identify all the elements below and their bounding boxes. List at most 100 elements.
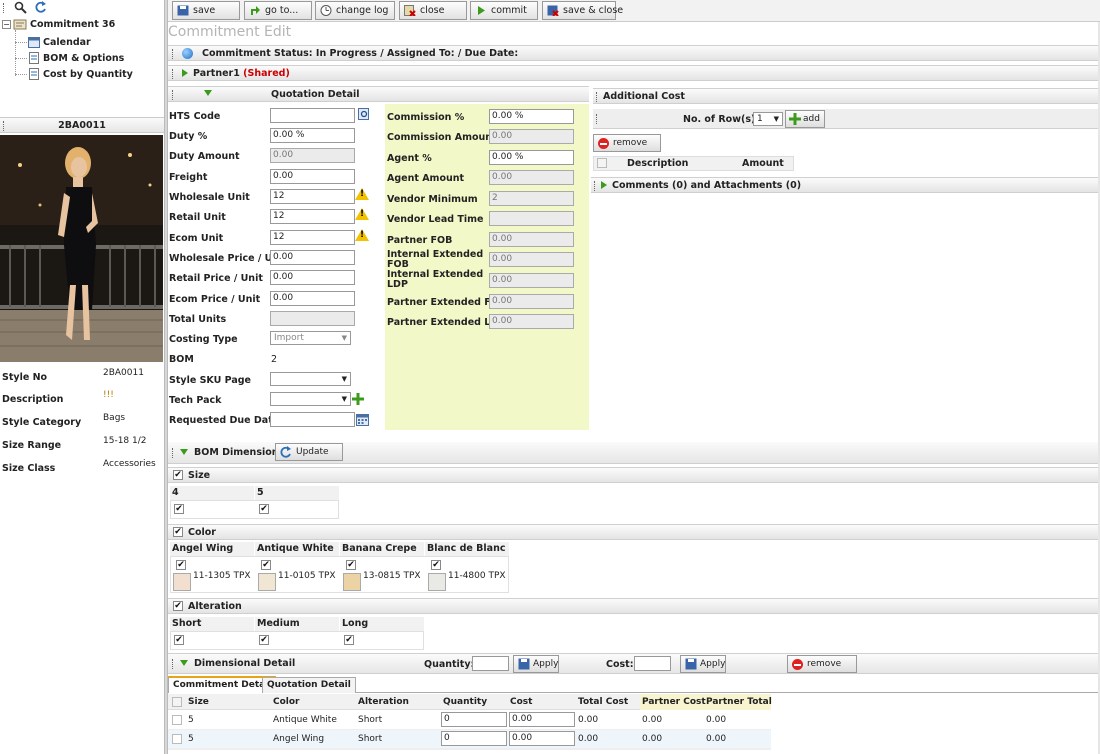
alteration-short-checkbox[interactable]: ✔ — [174, 635, 184, 645]
duty-pct-input[interactable]: 0.00 % — [270, 128, 355, 143]
color-2-checkbox[interactable]: ✔ — [346, 560, 356, 570]
remove-cost-button[interactable]: remove — [593, 134, 661, 152]
lookup-icon[interactable] — [358, 108, 370, 120]
row-quantity-input[interactable]: 0 — [441, 712, 507, 727]
ecom-unit-input[interactable]: 12 — [270, 230, 355, 245]
alteration-row — [170, 631, 424, 650]
retail-price-input[interactable]: 0.00 — [270, 270, 355, 285]
calendar-icon[interactable] — [356, 413, 369, 426]
commit-button[interactable]: commit — [470, 1, 538, 20]
additional-cost-header[interactable]: Additional Cost — [593, 88, 1099, 104]
col-amount[interactable]: Amount — [742, 158, 784, 169]
row-cost-input[interactable]: 0.00 — [509, 712, 575, 727]
select-all-rows-checkbox[interactable] — [172, 697, 182, 707]
plus-icon[interactable] — [352, 393, 364, 405]
tree-item-bom[interactable]: BOM & Options — [43, 52, 124, 65]
tree-root[interactable]: Commitment 36 — [30, 18, 115, 32]
remove-dimension-button[interactable]: remove — [787, 655, 857, 673]
col-description[interactable]: Description — [627, 158, 688, 169]
col-alteration[interactable]: Alteration — [358, 697, 409, 707]
bom-dimensions-title: BOM Dimensions — [194, 447, 285, 458]
costing-type-select[interactable]: Import — [270, 331, 351, 345]
refresh-icon[interactable] — [34, 1, 47, 14]
tab-commitment-detail[interactable]: Commitment Detail — [168, 676, 277, 693]
size-4-checkbox[interactable]: ✔ — [174, 504, 184, 514]
alteration-medium-checkbox[interactable]: ✔ — [259, 635, 269, 645]
color-0-checkbox[interactable]: ✔ — [176, 560, 186, 570]
search-icon[interactable] — [14, 1, 27, 14]
style-sku-page-select[interactable] — [270, 372, 351, 386]
quantity-input[interactable] — [472, 656, 509, 671]
grip-icon — [3, 121, 6, 131]
partner-fob-label: Partner FOB — [387, 235, 453, 246]
row-checkbox[interactable] — [172, 715, 182, 725]
alteration-section-bar[interactable]: ✔ Alteration — [168, 598, 1099, 614]
change-log-button[interactable]: change log — [315, 1, 395, 20]
color-3-checkbox[interactable]: ✔ — [431, 560, 441, 570]
rows-select[interactable]: 1 — [753, 112, 783, 126]
row-checkbox[interactable] — [172, 734, 182, 744]
partner-ext-ldp-label: Partner Extended LDP — [387, 317, 506, 328]
bom-label: BOM — [169, 354, 194, 365]
tree-item-cost-by-quantity[interactable]: Cost by Quantity — [43, 68, 133, 81]
alteration-long-checkbox[interactable]: ✔ — [344, 635, 354, 645]
col-total-cost[interactable]: Total Cost — [578, 697, 628, 707]
color-col-antique-white: Antique White — [255, 542, 339, 556]
quotation-header[interactable]: Quotation Detail — [168, 86, 589, 102]
alteration-checkbox[interactable]: ✔ — [173, 601, 183, 611]
ecom-price-input[interactable]: 0.00 — [270, 291, 355, 306]
save-button[interactable]: save — [172, 1, 240, 20]
agent-pct-input[interactable]: 0.00 % — [489, 150, 574, 165]
save-close-button[interactable]: save & close — [542, 1, 623, 20]
dimensional-detail-bar[interactable]: Dimensional Detail Quantity: Apply Cost:… — [168, 653, 1099, 674]
col-partner-cost[interactable]: Partner Cost — [642, 697, 706, 707]
wholesale-price-input[interactable]: 0.00 — [270, 250, 355, 265]
close-button[interactable]: close — [399, 1, 467, 20]
col-partner-total[interactable]: Partner Total — [706, 697, 772, 707]
col-size[interactable]: Size — [188, 697, 209, 707]
row-cost-input[interactable]: 0.00 — [509, 731, 575, 746]
tech-pack-select[interactable] — [270, 392, 351, 406]
collapse-icon[interactable]: − — [2, 20, 11, 29]
goto-button[interactable]: go to... — [244, 1, 312, 20]
bom-dimensions-bar[interactable]: BOM Dimensions Update — [168, 442, 1099, 464]
apply-cost-button[interactable]: Apply — [680, 655, 726, 673]
cost-input[interactable] — [634, 656, 671, 671]
col-quantity[interactable]: Quantity — [443, 697, 487, 707]
row-alteration: Short — [358, 734, 383, 744]
tree-line — [15, 30, 16, 76]
style-panel-header: 2BA0011 — [0, 117, 164, 133]
select-all-checkbox[interactable] — [597, 158, 607, 168]
panel-splitter[interactable] — [164, 0, 168, 754]
size-5-checkbox[interactable]: ✔ — [259, 504, 269, 514]
size-checkbox[interactable]: ✔ — [173, 470, 183, 480]
add-button[interactable]: add — [785, 110, 825, 128]
requested-due-date-input[interactable] — [270, 412, 355, 427]
freight-input[interactable]: 0.00 — [270, 169, 355, 184]
size-class-label: Size Class — [2, 463, 56, 474]
comments-bar[interactable]: Comments (0) and Attachments (0) — [591, 177, 1099, 193]
tab-quotation-detail[interactable]: Quotation Detail — [262, 677, 356, 693]
tree-item-calendar[interactable]: Calendar — [43, 36, 91, 49]
hts-code-input[interactable] — [270, 108, 355, 123]
wholesale-unit-input[interactable]: 12 — [270, 189, 355, 204]
color-1-checkbox[interactable]: ✔ — [261, 560, 271, 570]
commission-pct-input[interactable]: 0.00 % — [489, 109, 574, 124]
col-color[interactable]: Color — [273, 697, 300, 707]
size-class-value: Accessories — [103, 459, 156, 469]
color-section-bar[interactable]: ✔ Color — [168, 524, 1099, 540]
row-quantity-input[interactable]: 0 — [441, 731, 507, 746]
retail-unit-input[interactable]: 12 — [270, 209, 355, 224]
color-checkbox[interactable]: ✔ — [173, 527, 183, 537]
apply-quantity-button[interactable]: Apply — [513, 655, 559, 673]
row-color: Antique White — [273, 715, 337, 725]
col-cost[interactable]: Cost — [510, 697, 532, 707]
size-row — [170, 500, 339, 519]
vendor-minimum-label: Vendor Minimum — [387, 194, 478, 205]
grip-icon — [596, 114, 599, 124]
update-button[interactable]: Update — [275, 443, 343, 461]
comments-title: Comments (0) and Attachments (0) — [612, 180, 802, 191]
partner-bar[interactable]: Partner1 (Shared) — [168, 65, 1099, 81]
status-bar[interactable]: Commitment Status: In Progress / Assigne… — [168, 45, 1099, 61]
size-section-bar[interactable]: ✔ Size — [168, 467, 1099, 483]
